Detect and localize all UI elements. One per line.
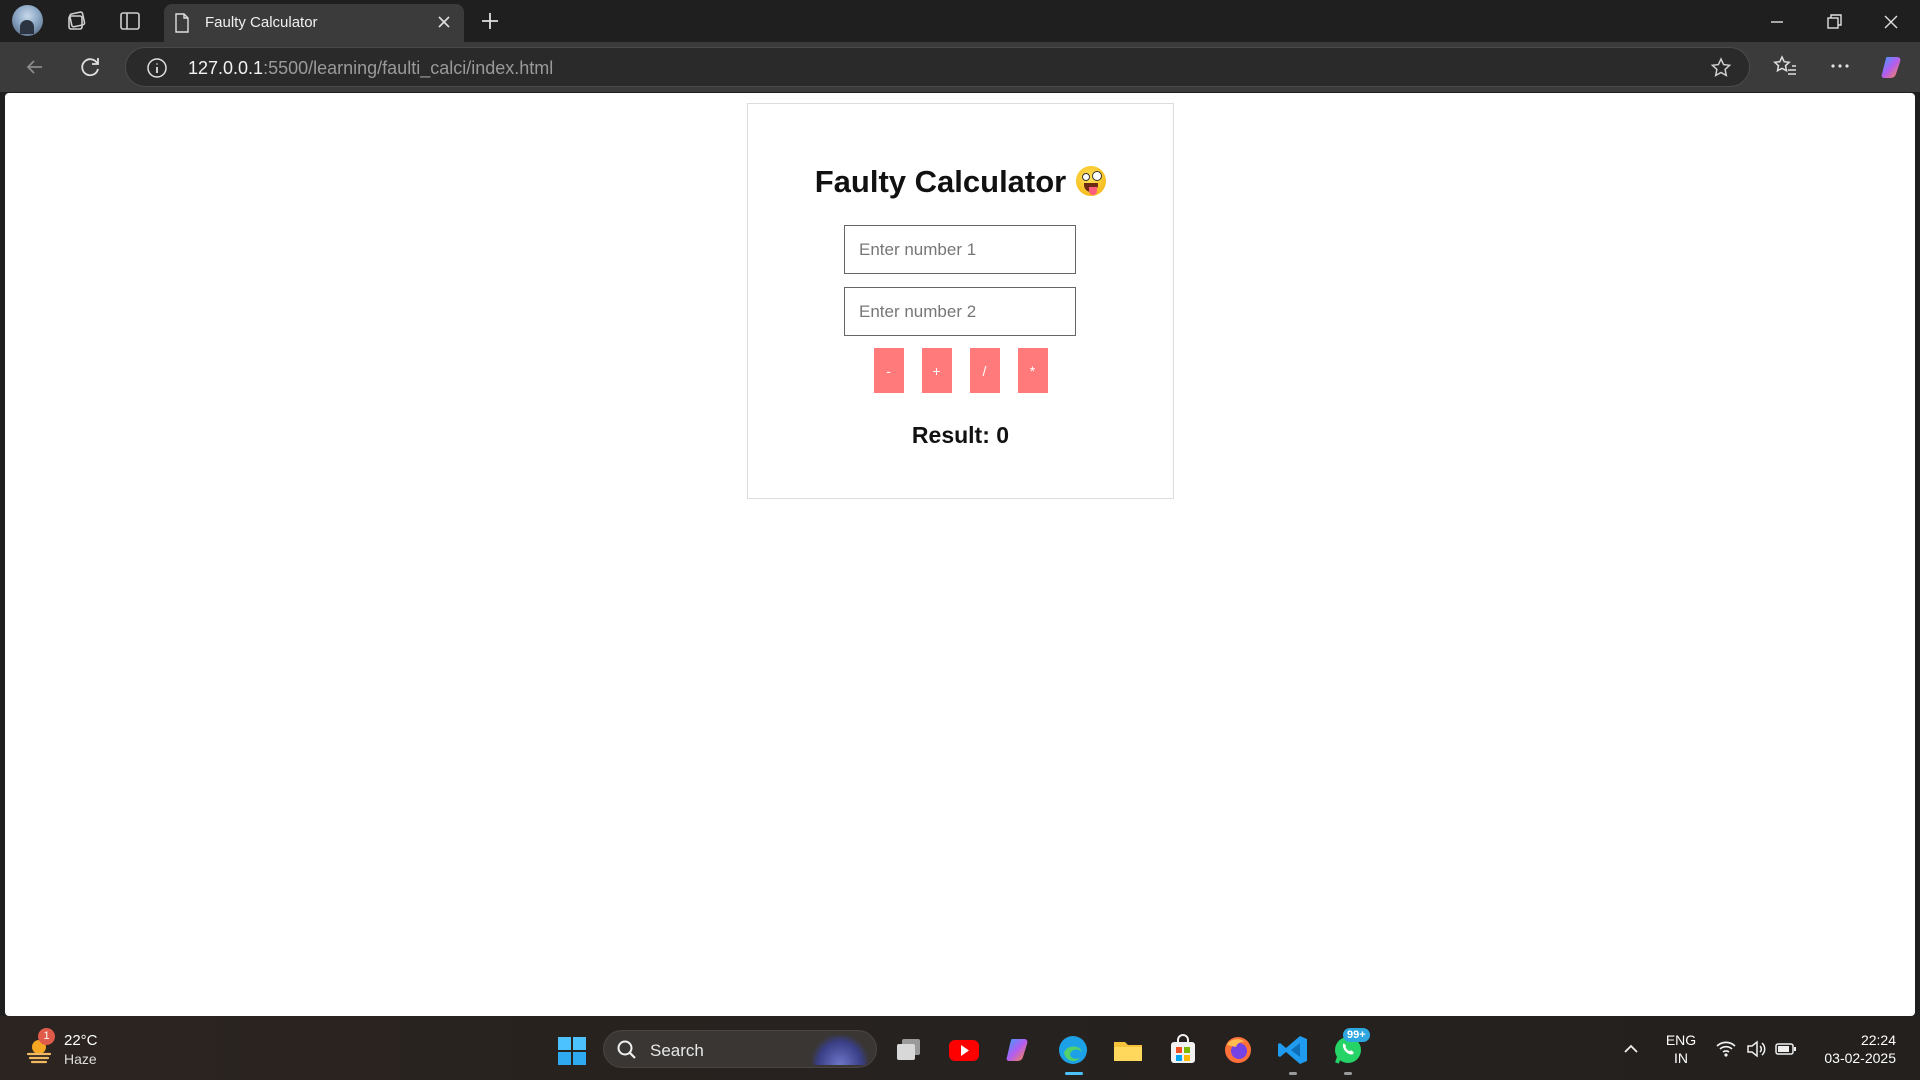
more-options-icon[interactable] bbox=[1826, 52, 1854, 80]
edge-browser-icon[interactable] bbox=[1056, 1033, 1090, 1067]
favorites-icon[interactable] bbox=[1771, 52, 1799, 80]
task-view-icon[interactable] bbox=[892, 1033, 926, 1067]
url-text[interactable]: 127.0.0.1:5500/learning/faulti_calci/ind… bbox=[188, 58, 553, 79]
search-highlight-art bbox=[812, 1035, 868, 1065]
weather-notification-badge: 1 bbox=[38, 1028, 55, 1045]
result-display: Result: 0 bbox=[911, 422, 1010, 448]
site-info-icon[interactable] bbox=[146, 57, 168, 79]
operator-buttons: - + / * bbox=[748, 348, 1173, 393]
workspaces-icon[interactable] bbox=[65, 9, 89, 33]
edge-active-indicator bbox=[1065, 1072, 1083, 1075]
title-text: Faulty Calculator bbox=[814, 164, 1067, 199]
favorite-star-icon[interactable] bbox=[1709, 56, 1733, 80]
tab-faulty-calculator[interactable]: Faulty Calculator bbox=[164, 4, 464, 42]
weather-description[interactable]: Haze bbox=[64, 1051, 97, 1067]
whatsapp-running-indicator bbox=[1344, 1072, 1352, 1075]
new-tab-icon[interactable] bbox=[478, 9, 502, 33]
address-bar[interactable]: 127.0.0.1:5500/learning/faulti_calci/ind… bbox=[125, 47, 1750, 87]
vscode-running-indicator bbox=[1289, 1072, 1297, 1075]
region-code: IN bbox=[1674, 1050, 1688, 1066]
divide-button[interactable]: / bbox=[969, 348, 1000, 393]
clock-date: 03-02-2025 bbox=[1824, 1050, 1896, 1066]
web-page: Faulty Calculator - + / * Result: 0 bbox=[5, 93, 1915, 1016]
subtract-button[interactable]: - bbox=[873, 348, 904, 393]
browser-titlebar: Faulty Calculator bbox=[0, 0, 1920, 42]
restore-icon[interactable] bbox=[1820, 8, 1848, 36]
minimize-icon[interactable] bbox=[1763, 8, 1791, 36]
close-window-icon[interactable] bbox=[1877, 8, 1905, 36]
zany-face-emoji-icon bbox=[1076, 166, 1107, 196]
wifi-icon[interactable] bbox=[1715, 1038, 1737, 1060]
whatsapp-unread-badge: 99+ bbox=[1343, 1028, 1370, 1042]
profile-avatar[interactable] bbox=[12, 5, 43, 36]
page-title: Faulty Calculator bbox=[748, 164, 1173, 200]
battery-icon[interactable] bbox=[1775, 1038, 1797, 1060]
search-icon bbox=[617, 1040, 636, 1059]
add-button[interactable]: + bbox=[921, 348, 952, 393]
taskbar-search[interactable]: Search bbox=[603, 1030, 877, 1068]
number-1-input[interactable] bbox=[844, 225, 1076, 274]
page-icon bbox=[175, 13, 189, 33]
weather-temperature[interactable]: 22°C bbox=[64, 1032, 98, 1049]
tab-title: Faulty Calculator bbox=[205, 14, 318, 31]
close-tab-icon[interactable] bbox=[434, 12, 454, 32]
calculator-container: Faulty Calculator - + / * Result: 0 bbox=[747, 103, 1174, 499]
volume-icon[interactable] bbox=[1745, 1038, 1767, 1060]
vscode-icon[interactable] bbox=[1276, 1033, 1310, 1067]
system-clock[interactable]: 22:24 03-02-2025 bbox=[1812, 1031, 1896, 1067]
number-2-input[interactable] bbox=[844, 287, 1076, 336]
show-hidden-icons-chevron-icon[interactable] bbox=[1620, 1038, 1642, 1060]
refresh-icon[interactable] bbox=[75, 52, 105, 82]
copilot-icon[interactable] bbox=[1878, 52, 1908, 82]
windows-taskbar: 1 22°C Haze Search 99+ ENG IN 22:24 03-0… bbox=[0, 1016, 1920, 1080]
search-label: Search bbox=[650, 1041, 704, 1060]
multiply-button[interactable]: * bbox=[1017, 348, 1048, 393]
windows-start-icon[interactable] bbox=[557, 1036, 587, 1066]
input-language-indicator[interactable]: ENG IN bbox=[1665, 1031, 1697, 1067]
vertical-tabs-icon[interactable] bbox=[118, 9, 142, 33]
microsoft-store-icon[interactable] bbox=[1166, 1033, 1200, 1067]
url-path: :5500/learning/faulti_calci/index.html bbox=[263, 58, 554, 78]
youtube-icon[interactable] bbox=[947, 1033, 981, 1067]
language-code: ENG bbox=[1665, 1032, 1697, 1048]
copilot-app-icon[interactable] bbox=[1002, 1033, 1036, 1067]
firefox-icon[interactable] bbox=[1221, 1033, 1255, 1067]
back-icon[interactable] bbox=[20, 52, 50, 82]
file-explorer-icon[interactable] bbox=[1111, 1033, 1145, 1067]
url-host: 127.0.0.1 bbox=[188, 58, 264, 78]
clock-time: 22:24 bbox=[1860, 1032, 1896, 1048]
browser-toolbar: 127.0.0.1:5500/learning/faulti_calci/ind… bbox=[0, 42, 1920, 92]
